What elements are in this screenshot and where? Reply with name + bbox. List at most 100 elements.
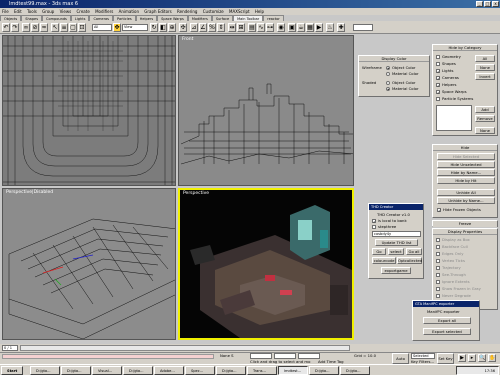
named-selection-dropdown[interactable] bbox=[353, 24, 373, 31]
colourcode-button[interactable]: colourcode bbox=[372, 257, 396, 264]
menu-edit[interactable]: Edit bbox=[14, 9, 22, 14]
menu-maxscript[interactable]: MAXScript bbox=[229, 9, 250, 14]
invert-button[interactable]: Invert bbox=[475, 73, 495, 80]
wireframe-object-color-radio[interactable]: • Object Color bbox=[386, 65, 416, 71]
never-degrade-checkbox[interactable]: Never Degrade bbox=[436, 293, 471, 298]
cameras-checkbox[interactable]: ✓ Cameras bbox=[436, 75, 459, 81]
unlink-icon[interactable]: ⊘ bbox=[31, 23, 39, 32]
bind-spacewarp-icon[interactable]: ≈ bbox=[40, 23, 48, 32]
menu-graph-editors[interactable]: Graph Editors bbox=[144, 9, 171, 14]
render-scene-icon[interactable]: ▣ bbox=[288, 23, 296, 32]
shaded-material-color-radio[interactable]: • Material Color bbox=[386, 86, 419, 92]
manipulate-icon[interactable]: ✣ bbox=[179, 23, 187, 32]
geometry-checkbox[interactable]: Geometry bbox=[436, 54, 461, 59]
task-5[interactable]: Spec... bbox=[185, 366, 215, 375]
undo-icon[interactable]: ↶ bbox=[2, 23, 10, 32]
stepthree-checkbox[interactable]: stepthree bbox=[372, 224, 396, 229]
redo-icon[interactable]: ↷ bbox=[11, 23, 19, 32]
hide-by-hit-button[interactable]: Hide by Hit bbox=[437, 177, 495, 184]
schematic-view-icon[interactable]: ⊶ bbox=[266, 23, 274, 32]
trajectory-checkbox[interactable]: Trajectory bbox=[436, 265, 461, 270]
optcollected-button[interactable]: Optcollected bbox=[397, 257, 422, 264]
none-list-button[interactable]: None bbox=[475, 127, 495, 134]
spinner-snap-icon[interactable]: ⇕ bbox=[217, 23, 225, 32]
task-9[interactable]: D:/gta... bbox=[309, 366, 339, 375]
viewport-front[interactable]: Front bbox=[178, 35, 354, 186]
xyz-icon[interactable]: ✚ bbox=[337, 23, 345, 32]
ignore-extents-checkbox[interactable]: Ignore Extents bbox=[436, 279, 470, 284]
hide-by-name-button[interactable]: Hide by Name... bbox=[437, 169, 495, 176]
menu-help[interactable]: Help bbox=[255, 9, 264, 14]
select-rotate-icon[interactable]: ↻ bbox=[150, 23, 158, 32]
menu-modifiers[interactable]: Modifiers bbox=[95, 9, 113, 14]
start-button[interactable]: Start bbox=[1, 366, 23, 375]
auto-key-button[interactable]: Auto Key bbox=[392, 353, 409, 370]
next-frame-icon[interactable]: ▸ bbox=[468, 354, 476, 362]
window-crossing-icon[interactable]: ⊡ bbox=[78, 23, 86, 32]
go-all-button[interactable]: Go all bbox=[406, 248, 422, 255]
category-list[interactable] bbox=[436, 105, 472, 131]
viewport-perspective-disabled[interactable]: Perspective|Disabled bbox=[2, 188, 176, 340]
region-select-icon[interactable]: ▢ bbox=[69, 23, 77, 32]
quick-render-icon[interactable]: ☕ bbox=[297, 23, 305, 32]
close-button[interactable]: x bbox=[492, 1, 499, 7]
render-type-icon[interactable]: ▦ bbox=[306, 23, 314, 32]
helpers-checkbox[interactable]: ✓ Helpers bbox=[436, 82, 457, 88]
task-4[interactable]: Adobe... bbox=[154, 366, 184, 375]
menu-create[interactable]: Create bbox=[76, 9, 89, 14]
vertex-ticks-checkbox[interactable]: Vertex Ticks bbox=[436, 258, 465, 263]
percent-snap-icon[interactable]: % bbox=[208, 23, 216, 32]
hide-unselected-button[interactable]: Hide Unselected bbox=[437, 161, 495, 168]
select-object-icon[interactable]: ↖ bbox=[51, 23, 59, 32]
none-button[interactable]: None bbox=[475, 64, 495, 71]
thd-dropdown[interactable]: cosbdy4y bbox=[372, 231, 421, 237]
lights-checkbox[interactable]: ✓ Lights bbox=[436, 68, 453, 74]
add-button[interactable]: Add bbox=[475, 106, 495, 113]
render-last-icon[interactable]: ▶ bbox=[315, 23, 323, 32]
align-icon[interactable]: ⊞ bbox=[237, 23, 245, 32]
task-10[interactable]: D:/gta... bbox=[340, 366, 370, 375]
wireframe-material-color-radio[interactable]: Material Color bbox=[386, 71, 419, 76]
curve-editor-icon[interactable]: ∿ bbox=[257, 23, 265, 32]
backface-cull-checkbox[interactable]: Backface Cull bbox=[436, 244, 468, 249]
menu-rendering[interactable]: Rendering bbox=[177, 9, 197, 14]
select-move-icon[interactable]: ✥ bbox=[113, 23, 121, 32]
is-local-checkbox[interactable]: ✓ is local to bank bbox=[372, 218, 407, 224]
export-all-button[interactable]: Export all bbox=[423, 317, 471, 324]
angle-snap-icon[interactable]: ∠ bbox=[199, 23, 207, 32]
link-icon[interactable]: ∞ bbox=[22, 23, 30, 32]
select-by-name-icon[interactable]: ≡ bbox=[60, 23, 68, 32]
pivot-icon[interactable]: ⊕ bbox=[168, 23, 176, 32]
menu-customize[interactable]: Customize bbox=[203, 9, 224, 14]
select-scale-icon[interactable]: ◧ bbox=[159, 23, 167, 32]
menu-tools[interactable]: Tools bbox=[27, 9, 37, 14]
space-warps-checkbox[interactable]: ✓ Space Warps bbox=[436, 89, 467, 95]
layer-manager-icon[interactable]: ▤ bbox=[248, 23, 256, 32]
all-button[interactable]: All bbox=[475, 55, 495, 62]
task-8-active[interactable]: lmdtest... bbox=[278, 366, 308, 375]
time-slider[interactable] bbox=[20, 345, 350, 351]
freeze-rollout[interactable]: Freeze bbox=[432, 220, 498, 227]
pan-icon[interactable]: ✋ bbox=[488, 354, 496, 362]
exportgame-button[interactable]: exportgame bbox=[381, 267, 411, 274]
teapot-icon[interactable]: ♨ bbox=[326, 23, 334, 32]
show-frozen-gray-checkbox[interactable]: Show Frozen in Gray bbox=[436, 286, 481, 291]
hide-frozen-checkbox[interactable]: ✓ Hide Frozen Objects bbox=[437, 207, 481, 213]
menu-file[interactable]: File bbox=[2, 9, 9, 14]
update-thd-button[interactable]: Update THD list bbox=[375, 239, 418, 246]
frame-counter[interactable]: 0 / 1 bbox=[2, 345, 18, 351]
export-selected-button[interactable]: Export selected bbox=[423, 328, 471, 335]
task-0[interactable]: D:/gta... bbox=[30, 366, 60, 375]
material-editor-icon[interactable]: ◉ bbox=[277, 23, 285, 32]
task-2[interactable]: Visual... bbox=[92, 366, 122, 375]
viewport-perspective[interactable]: Perspective bbox=[178, 188, 354, 340]
display-as-box-checkbox[interactable]: Display as Box bbox=[436, 237, 470, 242]
maxscript-listener[interactable] bbox=[2, 354, 214, 359]
task-6[interactable]: D:/gta... bbox=[216, 366, 246, 375]
set-key-button[interactable]: Set Key bbox=[437, 353, 454, 364]
shaded-object-color-radio[interactable]: Object Color bbox=[386, 80, 416, 85]
edges-only-checkbox[interactable]: Edges Only bbox=[436, 251, 463, 256]
menu-group[interactable]: Group bbox=[42, 9, 54, 14]
snap-icon[interactable]: ⊿ bbox=[190, 23, 198, 32]
shapes-checkbox[interactable]: Shapes bbox=[436, 61, 456, 66]
